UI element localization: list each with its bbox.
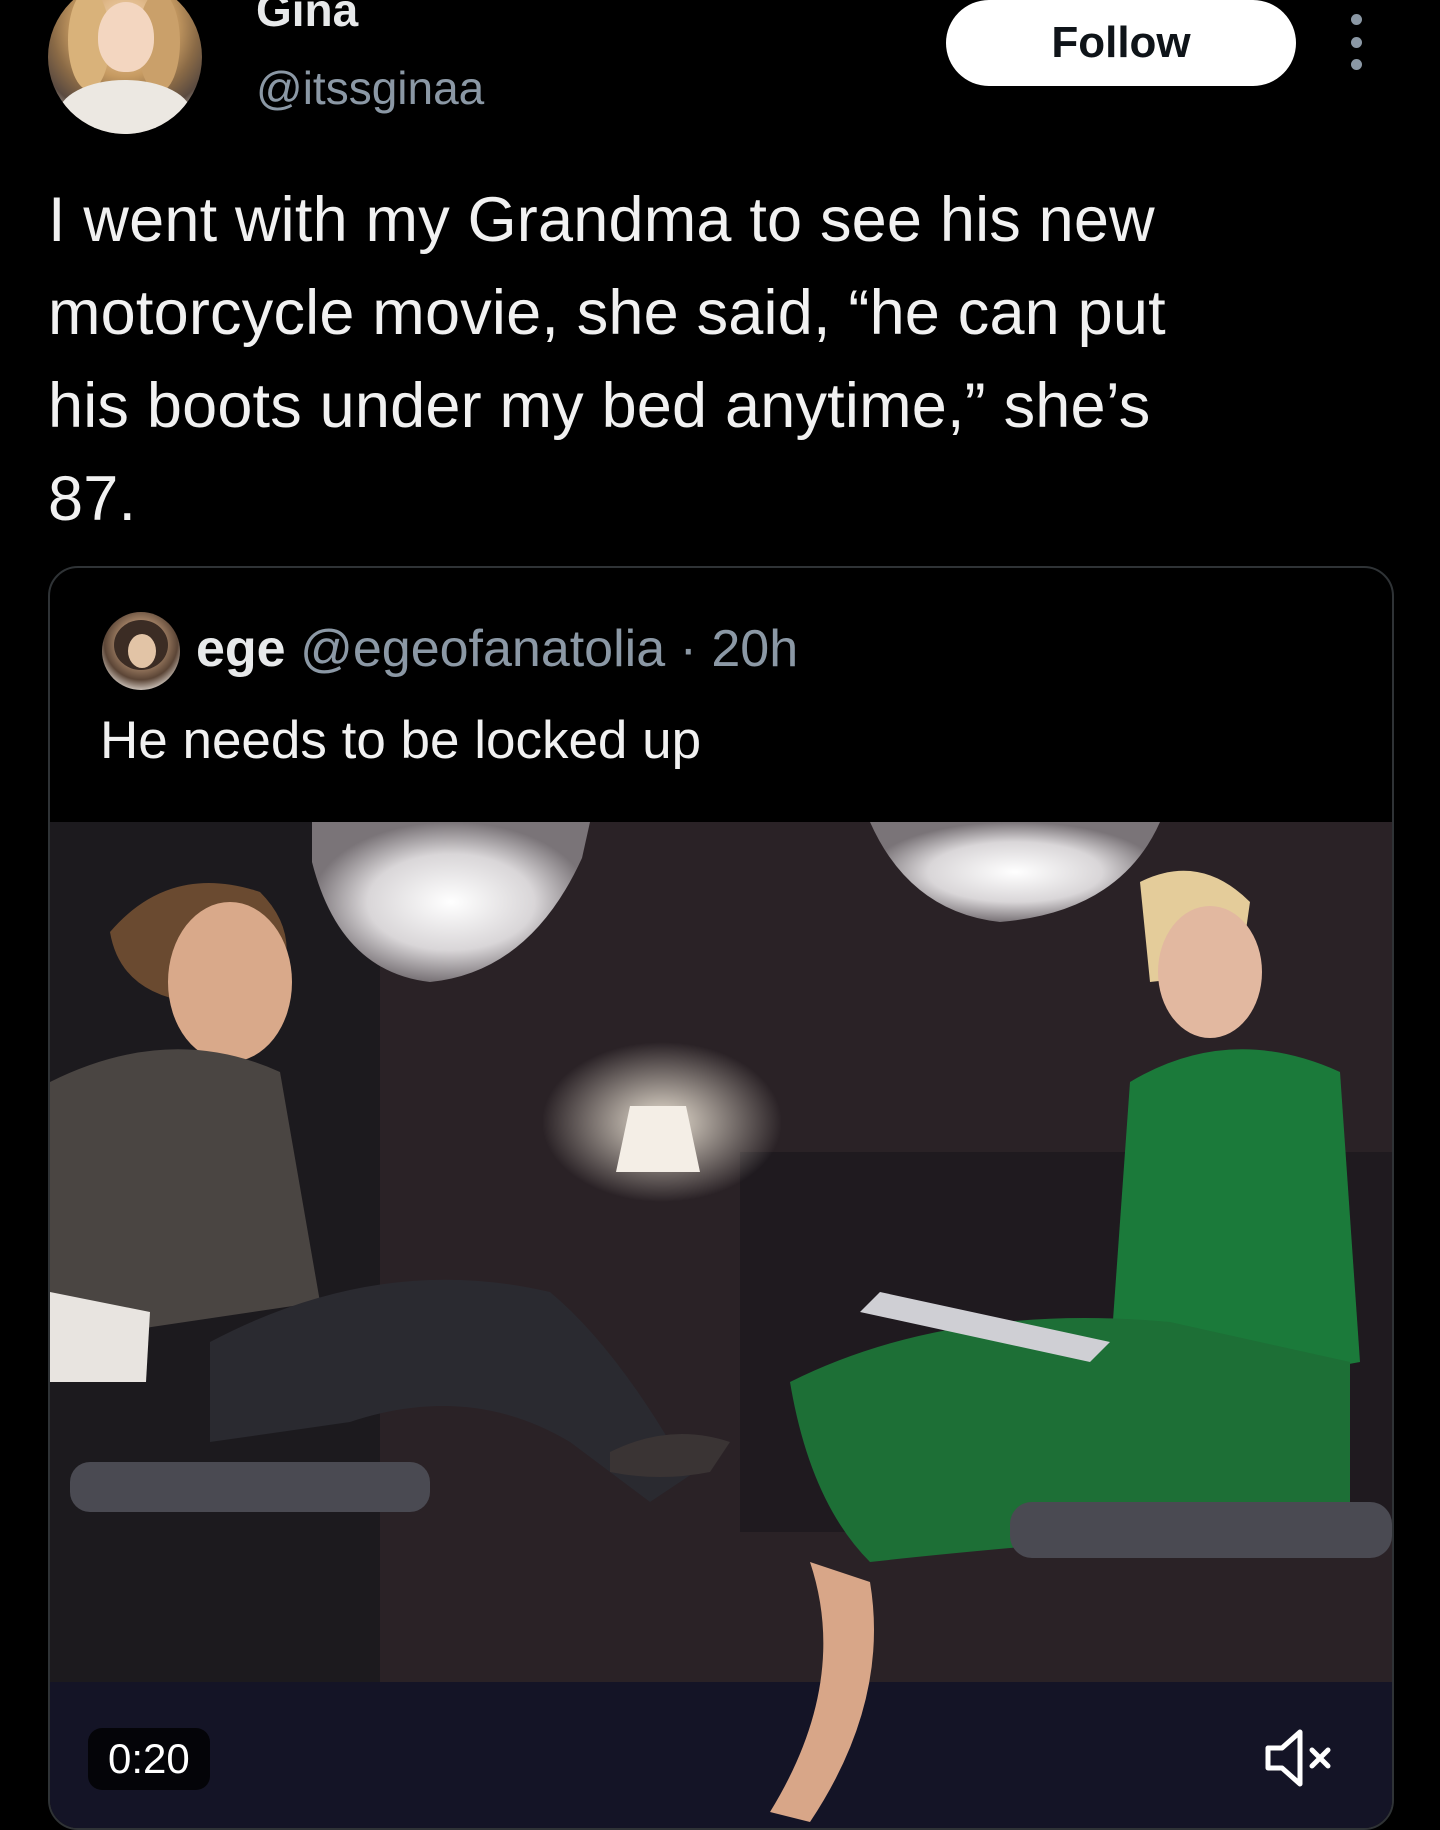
- more-dot: [1350, 36, 1362, 48]
- tweet-text-line: motorcycle movie, she said, “he can put: [48, 278, 1166, 348]
- speaker-shape: [1265, 1729, 1303, 1787]
- quoted-handle-text: @egeofanatolia: [300, 620, 666, 678]
- quoted-separator: ·: [665, 620, 712, 678]
- tweet-text-line: 87.: [48, 464, 137, 534]
- video-frame-illustration: [50, 822, 1392, 1828]
- volume-muted-glyph: [1265, 1729, 1331, 1787]
- wall-lamp: [616, 1106, 700, 1172]
- quoted-author-handle[interactable]: @egeofanatolia: [300, 620, 665, 678]
- woman-chair: [1010, 1502, 1392, 1558]
- tweet-text-line: his boots under my bed anytime,” she’s: [48, 371, 1151, 441]
- floor: [50, 1682, 1392, 1828]
- video-duration-badge: 0:20: [88, 1728, 210, 1790]
- man-face: [168, 902, 292, 1062]
- more-dot: [1350, 14, 1362, 25]
- quoted-author-name[interactable]: ege: [196, 620, 286, 678]
- woman-face: [1158, 906, 1262, 1038]
- man-chair: [70, 1462, 430, 1512]
- author-avatar[interactable]: [48, 0, 202, 134]
- quoted-video-player[interactable]: 0:20: [50, 822, 1392, 1828]
- quoted-avatar-face: [128, 634, 156, 668]
- quoted-author-avatar[interactable]: [102, 612, 180, 690]
- more-dot: [1350, 59, 1362, 70]
- tweet-text-line: I went with my Grandma to see his new: [48, 185, 1155, 255]
- follow-button[interactable]: Follow: [946, 0, 1296, 86]
- quoted-timestamp[interactable]: 20h: [711, 620, 798, 678]
- avatar-face: [98, 2, 154, 72]
- more-vertical-icon[interactable]: [1346, 14, 1366, 70]
- mute-x: [1309, 1747, 1331, 1769]
- avatar-sweater: [58, 80, 192, 134]
- author-handle[interactable]: @itssginaa: [256, 60, 484, 116]
- quoted-tweet-text: He needs to be locked up: [100, 711, 702, 770]
- quoted-tweet-card[interactable]: ege @egeofanatolia · 20h He needs to be …: [48, 566, 1394, 1830]
- quoted-tweet-header: ege @egeofanatolia · 20h: [196, 616, 798, 682]
- author-display-name[interactable]: Gina: [256, 0, 358, 40]
- tweet-text: I went with my Grandma to see his new mo…: [48, 174, 1418, 546]
- man-shirt: [50, 1049, 320, 1342]
- volume-muted-icon[interactable]: [1258, 1722, 1338, 1794]
